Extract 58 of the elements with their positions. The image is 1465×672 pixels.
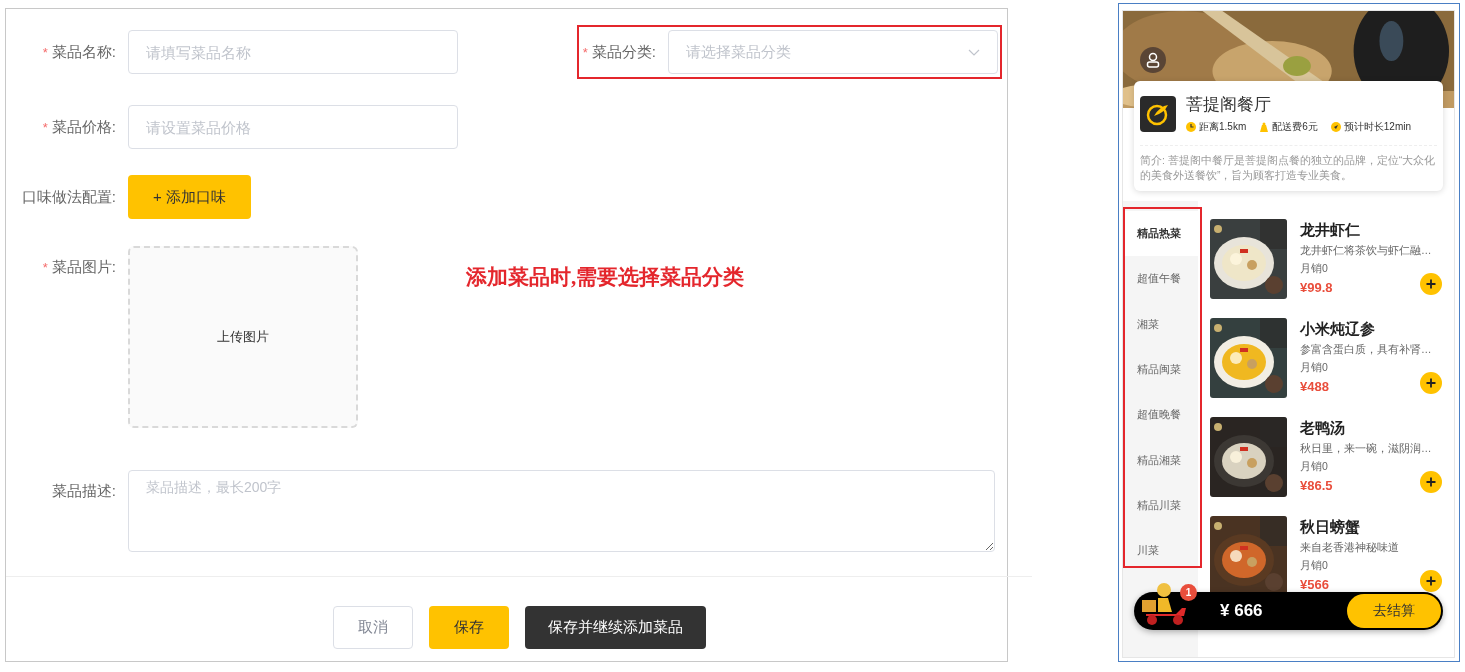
add-icon[interactable] [1420,471,1442,493]
category-item[interactable]: 川菜 [1123,528,1198,574]
dish-price: ¥566 [1300,577,1330,592]
field-label: 菜品描述: [51,482,116,501]
category-item[interactable]: 湘菜 [1123,301,1198,347]
info-item: 距离1.5km [1186,120,1247,134]
field-label: * 菜品价格: [42,117,116,137]
dish-name: 老鸭汤 [1300,419,1346,438]
add-flavor-button[interactable]: + 添加口味 [128,175,251,219]
user-icon [1140,47,1166,73]
category-item[interactable]: 超值午餐 [1123,256,1198,302]
save-button[interactable]: 保存 [428,606,509,649]
dish-name: 秋日螃蟹 [1300,518,1361,537]
add-icon[interactable] [1420,273,1442,295]
dish-name: 龙井虾仁 [1300,221,1361,240]
image-upload[interactable]: 上传图片 [128,246,358,428]
category-item[interactable]: 精品闽菜 [1123,346,1198,393]
cart-total: ¥ 666 [1220,601,1263,621]
restaurant-name: 菩提阁餐厅 [1186,94,1272,116]
field-label: * 菜品分类: [582,42,656,62]
cart-badge: 1 [1180,584,1197,601]
field-label: * 菜品名称: [42,42,116,62]
dish-price: ¥86.5 [1300,478,1334,493]
add-icon[interactable] [1420,570,1442,592]
dish-description: 参富含蛋白质，具有补肾… [1300,343,1432,357]
description-input[interactable]: 菜品描述，最长200字 [128,470,995,552]
field-label: 口味做法配置: [21,187,116,207]
name-input[interactable]: 请填写菜品名称 [128,30,458,74]
dish-sales: 月销0 [1300,262,1329,276]
dish-description: 秋日里，来一碗，滋阴润… [1300,442,1432,456]
save-continue-button[interactable]: 保存并继续添加菜品 [524,606,706,649]
info-item: 配送费6元 [1259,120,1318,134]
info-item: 预计时长12min [1330,120,1412,134]
category-item[interactable]: 精品川菜 [1123,482,1198,529]
dish-sales: 月销0 [1300,460,1329,474]
price-input[interactable]: 请设置菜品价格 [128,105,458,149]
dish-description: 来自老香港神秘味道 [1300,541,1399,555]
restaurant-logo [1140,95,1176,132]
category-item[interactable]: 超值晚餐 [1123,392,1198,438]
annotation-text: 添加菜品时,需要选择菜品分类 [466,264,745,291]
category-item[interactable]: 精品热菜 [1123,211,1198,257]
field-label: * 菜品图片: [42,258,116,277]
dish-description: 龙井虾仁将茶饮与虾仁融… [1300,244,1432,258]
checkout-button[interactable]: 去结算 [1347,594,1441,628]
add-icon[interactable] [1420,372,1442,394]
cancel-button[interactable]: 取消 [332,606,413,649]
dish-sales: 月销0 [1300,361,1329,375]
dish-sales: 月销0 [1300,559,1329,573]
chevron-down-icon [968,48,980,56]
dish-price: ¥488 [1300,379,1330,394]
dish-price: ¥99.8 [1300,280,1334,295]
upload-label: 上传图片 [217,328,269,346]
clock-icon [1186,122,1196,132]
bag-icon [1259,122,1270,132]
location-icon [1330,122,1341,132]
restaurant-intro: 简介: 菩提阁中餐厅是菩提阁点餐的独立的品牌，定位“大众化的美食外送餐饮”，旨为顾客打造专业美食。 [1140,153,1437,183]
dish-name: 小米炖辽参 [1300,320,1376,339]
category-item[interactable]: 精品湘菜 [1123,437,1198,483]
